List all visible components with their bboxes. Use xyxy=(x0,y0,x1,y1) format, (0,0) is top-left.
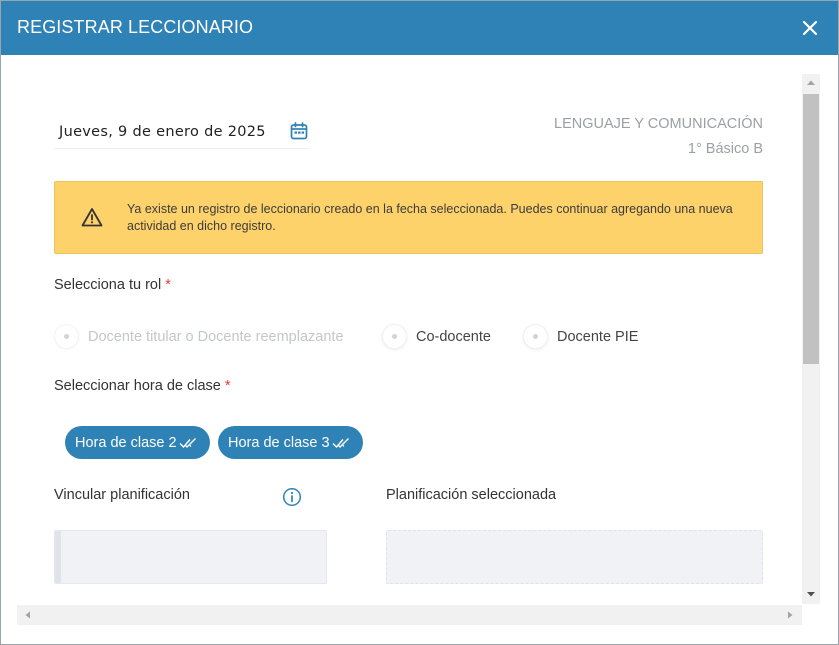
double-check-icon xyxy=(179,437,196,448)
required-mark: * xyxy=(224,378,231,394)
radio-button[interactable] xyxy=(383,325,406,348)
alert-message: Ya existe un registro de leccionario cre… xyxy=(127,202,733,233)
warning-icon xyxy=(81,208,103,227)
horizontal-scrollbar[interactable] xyxy=(17,605,802,625)
scroll-left-arrow-icon[interactable] xyxy=(20,607,36,623)
subject-info: LENGUAJE Y COMUNICACIÓN 1° Básico B xyxy=(554,112,763,162)
course-name: 1° Básico B xyxy=(687,141,763,157)
modal-dialog: REGISTRAR LECCIONARIO Jueves, 9 de enero… xyxy=(0,0,839,645)
radio-label: Docente titular o Docente reemplazante xyxy=(88,328,344,345)
vertical-scroll-thumb[interactable] xyxy=(803,94,819,364)
hours-label: Seleccionar hora de clase * xyxy=(54,378,231,394)
scroll-up-arrow-icon[interactable] xyxy=(802,74,820,92)
role-label: Selecciona tu rol * xyxy=(54,277,171,293)
radio-docente-pie[interactable]: Docente PIE xyxy=(524,325,638,348)
radio-label: Co-docente xyxy=(416,328,491,345)
modal-content: Jueves, 9 de enero de 2025 LENGUAJE Y CO… xyxy=(17,71,802,605)
link-planning-label: Vincular planificación xyxy=(54,487,190,503)
date-picker[interactable]: Jueves, 9 de enero de 2025 xyxy=(54,119,310,149)
selected-planning-box xyxy=(386,530,763,584)
radio-label: Docente PIE xyxy=(557,328,639,345)
close-icon xyxy=(802,20,818,36)
selected-planning-label: Planificación seleccionada xyxy=(386,487,557,503)
required-mark: * xyxy=(165,277,171,293)
radio-button[interactable] xyxy=(524,325,547,348)
radio-docente-titular[interactable]: Docente titular o Docente reemplazante xyxy=(55,325,344,348)
modal-title: REGISTRAR LECCIONARIO xyxy=(17,17,254,37)
info-icon[interactable] xyxy=(282,487,302,507)
double-check-icon xyxy=(332,437,349,448)
warning-alert: Ya existe un registro de leccionario cre… xyxy=(54,181,763,254)
chip-label: Hora de clase 2 xyxy=(75,434,177,451)
date-value: Jueves, 9 de enero de 2025 xyxy=(59,124,266,140)
chip-label: Hora de clase 3 xyxy=(228,434,330,451)
chip-hora-clase-3[interactable]: Hora de clase 3 xyxy=(218,426,363,459)
scroll-right-arrow-icon[interactable] xyxy=(782,607,798,623)
radio-button[interactable] xyxy=(55,325,78,348)
calendar-icon[interactable] xyxy=(289,121,309,141)
chip-hora-clase-2[interactable]: Hora de clase 2 xyxy=(65,426,210,459)
modal-header: REGISTRAR LECCIONARIO xyxy=(1,1,838,55)
vertical-scrollbar[interactable] xyxy=(802,74,820,604)
subject-name: LENGUAJE Y COMUNICACIÓN xyxy=(554,116,763,132)
scroll-down-arrow-icon[interactable] xyxy=(802,585,820,603)
close-button[interactable] xyxy=(800,18,820,38)
radio-co-docente[interactable]: Co-docente xyxy=(383,325,491,348)
link-planning-box[interactable] xyxy=(54,530,327,584)
